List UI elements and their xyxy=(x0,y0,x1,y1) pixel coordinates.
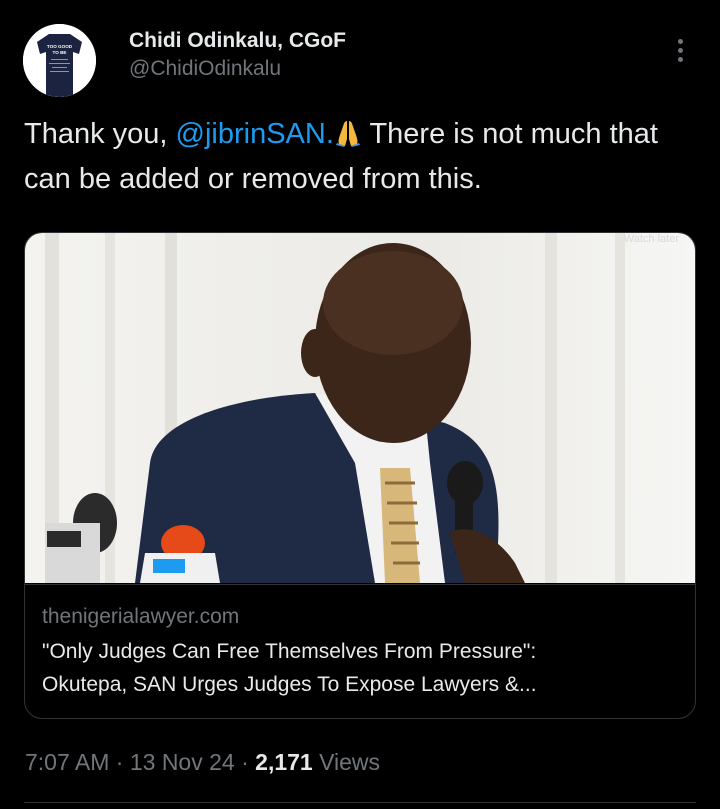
display-name[interactable]: Chidi Odinkalu, CGoF xyxy=(129,27,346,55)
tweet-text: Thank you, @jibrinSAN. There is not much… xyxy=(24,114,694,200)
views-label: Views xyxy=(312,749,381,775)
more-dot xyxy=(677,47,683,53)
more-icon[interactable] xyxy=(664,32,696,68)
card-title-line1: "Only Judges Can Free Themselves From Pr… xyxy=(42,640,537,663)
mention-link[interactable]: @jibrinSAN xyxy=(176,118,326,150)
card-domain: thenigerialawyer.com xyxy=(42,605,240,628)
tweet-text-start: Thank you, xyxy=(24,118,176,150)
svg-text:TO BE: TO BE xyxy=(53,50,67,55)
watch-later-label[interactable]: Watch later xyxy=(624,233,679,245)
meta-separator: · xyxy=(234,749,256,775)
folded-hands-emoji-icon xyxy=(335,118,361,159)
divider xyxy=(24,802,696,803)
card-title-line2: Okutepa, SAN Urges Judges To Expose Lawy… xyxy=(42,673,537,696)
more-dot xyxy=(677,56,683,62)
link-card[interactable]: Watch later thenigerialawyer.com "Only J… xyxy=(24,232,696,719)
svg-text:TOO GOOD: TOO GOOD xyxy=(47,44,73,49)
card-info[interactable]: thenigerialawyer.com "Only Judges Can Fr… xyxy=(25,584,695,718)
mention-period: . xyxy=(325,118,334,150)
tweet-time[interactable]: 7:07 AM xyxy=(25,749,109,775)
tweet-meta: 7:07 AM · 13 Nov 24 · 2,171 Views xyxy=(25,746,380,778)
card-image[interactable]: Watch later xyxy=(25,233,695,583)
meta-separator: · xyxy=(109,749,130,775)
tweet: TOO GOOD TO BE Chidi Odinkalu, CGoF @Chi… xyxy=(0,0,720,809)
avatar[interactable]: TOO GOOD TO BE xyxy=(23,24,96,97)
handle[interactable]: @ChidiOdinkalu xyxy=(129,55,346,83)
more-dot xyxy=(677,38,683,44)
views-count: 2,171 xyxy=(255,749,313,775)
tweet-date[interactable]: 13 Nov 24 xyxy=(130,749,235,775)
author-info: Chidi Odinkalu, CGoF @ChidiOdinkalu xyxy=(129,27,346,83)
